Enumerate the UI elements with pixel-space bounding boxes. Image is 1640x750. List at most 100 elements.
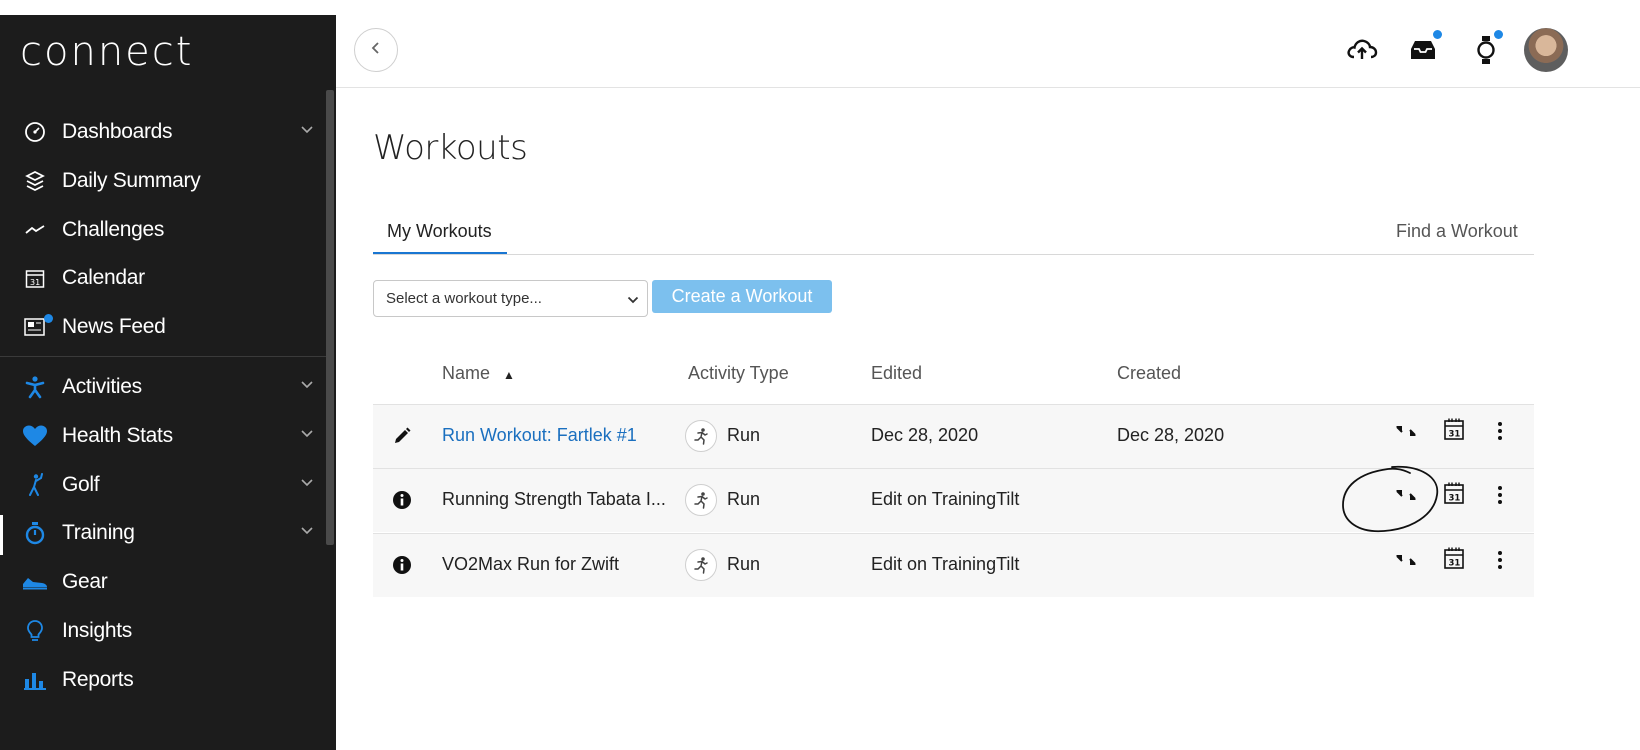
sidebar-item-label: Challenges [62, 218, 165, 241]
info-icon[interactable] [391, 489, 413, 511]
run-icon [685, 549, 717, 581]
top-bar [336, 0, 1640, 88]
activity-type: Run [727, 489, 761, 509]
workout-name-link[interactable]: Run Workout: Fartlek #1 [442, 425, 637, 446]
gauge-icon [20, 121, 50, 143]
header-label: Name [442, 363, 491, 383]
annotation-circle [1342, 465, 1439, 533]
column-header-created[interactable]: Created [1117, 363, 1181, 384]
send-to-device-icon[interactable] [1393, 418, 1419, 444]
sidebar-scrollbar[interactable] [326, 90, 334, 545]
sidebar-item-label: Calendar [62, 266, 145, 289]
activity-type: Run [727, 425, 761, 445]
sidebar-item-label: News Feed [62, 315, 166, 338]
chevron-down-icon[interactable] [300, 122, 314, 141]
runner-icon [20, 375, 50, 399]
sidebar-item-label: Training [62, 521, 135, 544]
sidebar-item-golf[interactable]: Golf [0, 465, 326, 505]
column-header-name[interactable]: Name ▲ [442, 363, 515, 384]
schedule-calendar-icon[interactable]: 31 [1441, 480, 1467, 506]
svg-text:31: 31 [1449, 494, 1461, 504]
schedule-calendar-icon[interactable]: 31 [1441, 416, 1467, 442]
table-row: VO2Max Run for Zwift Run Edit on Trainin… [373, 533, 1534, 597]
sidebar-item-label: Health Stats [62, 424, 173, 447]
created-date: Dec 28, 2020 [1117, 425, 1225, 445]
trend-icon [20, 219, 50, 241]
heart-icon [20, 425, 50, 447]
chevron-down-icon[interactable] [300, 377, 314, 396]
table-row: Run Workout: Fartlek #1 Run Dec 28, 2020… [373, 404, 1534, 468]
cloud-upload-icon[interactable] [1342, 30, 1382, 70]
run-icon [685, 484, 717, 516]
chevron-down-icon[interactable] [300, 523, 314, 542]
bar-chart-icon [20, 670, 50, 690]
back-button[interactable] [354, 28, 398, 72]
column-header-edited[interactable]: Edited [871, 363, 922, 384]
edited-date: Edit on TrainingTilt [871, 554, 1020, 574]
notification-dot [44, 314, 53, 323]
sidebar: connect Dashboards Daily Summary Challen… [0, 15, 336, 750]
inbox-icon[interactable] [1403, 30, 1443, 70]
page-title: Workouts [373, 128, 528, 168]
workout-name[interactable]: VO2Max Run for Zwift [442, 554, 619, 575]
sidebar-item-training[interactable]: Training [0, 513, 326, 553]
select-value: Select a workout type... [386, 290, 542, 307]
sidebar-item-activities[interactable]: Activities [0, 367, 326, 407]
sidebar-item-calendar[interactable]: 31 Calendar [0, 258, 326, 298]
lightbulb-icon [20, 619, 50, 643]
sidebar-divider [0, 356, 326, 357]
sidebar-item-daily-summary[interactable]: Daily Summary [0, 161, 326, 201]
pencil-icon[interactable] [391, 425, 413, 447]
activity-type: Run [727, 554, 761, 574]
more-options-icon[interactable] [1487, 482, 1513, 508]
app-logo[interactable]: connect [20, 29, 193, 75]
watch-icon[interactable] [1466, 30, 1506, 70]
sidebar-item-dashboards[interactable]: Dashboards [0, 112, 326, 152]
sidebar-item-news-feed[interactable]: News Feed [0, 307, 326, 347]
run-icon [685, 420, 717, 452]
stopwatch-icon [20, 521, 50, 545]
sidebar-item-label: Activities [62, 375, 142, 398]
send-to-device-icon[interactable] [1393, 547, 1419, 573]
chevron-left-icon [369, 41, 383, 60]
layers-icon [20, 170, 50, 192]
svg-text:31: 31 [1449, 430, 1461, 440]
shoe-icon [20, 574, 50, 590]
edited-date: Dec 28, 2020 [871, 425, 979, 445]
golf-icon [20, 473, 50, 497]
sidebar-item-label: Daily Summary [62, 169, 201, 192]
sidebar-item-challenges[interactable]: Challenges [0, 210, 326, 250]
sidebar-item-label: Dashboards [62, 120, 173, 143]
notification-dot [1433, 30, 1442, 39]
sort-arrow-icon: ▲ [503, 368, 515, 382]
sidebar-item-label: Insights [62, 619, 132, 642]
notification-dot [1494, 30, 1503, 39]
svg-text:31: 31 [1449, 559, 1461, 569]
column-header-activity-type[interactable]: Activity Type [688, 363, 789, 384]
more-options-icon[interactable] [1487, 547, 1513, 573]
svg-text:31: 31 [30, 278, 40, 287]
sidebar-item-label: Gear [62, 570, 108, 593]
sidebar-item-label: Golf [62, 473, 100, 496]
edited-date: Edit on TrainingTilt [871, 489, 1020, 509]
schedule-calendar-icon[interactable]: 31 [1441, 545, 1467, 571]
calendar-icon: 31 [20, 267, 50, 289]
create-workout-button[interactable]: Create a Workout [652, 280, 832, 313]
more-options-icon[interactable] [1487, 418, 1513, 444]
tabs-divider [373, 254, 1534, 255]
tab-find-a-workout[interactable]: Find a Workout [1396, 221, 1518, 242]
tab-my-workouts[interactable]: My Workouts [387, 221, 492, 242]
chevron-down-icon [627, 293, 639, 310]
chevron-down-icon[interactable] [300, 475, 314, 494]
info-icon[interactable] [391, 554, 413, 576]
newspaper-icon [20, 314, 53, 338]
chevron-down-icon[interactable] [300, 426, 314, 445]
sidebar-item-reports[interactable]: Reports [0, 660, 326, 700]
sidebar-item-gear[interactable]: Gear [0, 562, 326, 602]
sidebar-item-health-stats[interactable]: Health Stats [0, 416, 326, 456]
sidebar-item-label: Reports [62, 668, 134, 691]
avatar[interactable] [1524, 28, 1568, 72]
workout-name[interactable]: Running Strength Tabata I... [442, 489, 666, 510]
workout-type-select[interactable]: Select a workout type... [373, 280, 648, 317]
sidebar-item-insights[interactable]: Insights [0, 611, 326, 651]
